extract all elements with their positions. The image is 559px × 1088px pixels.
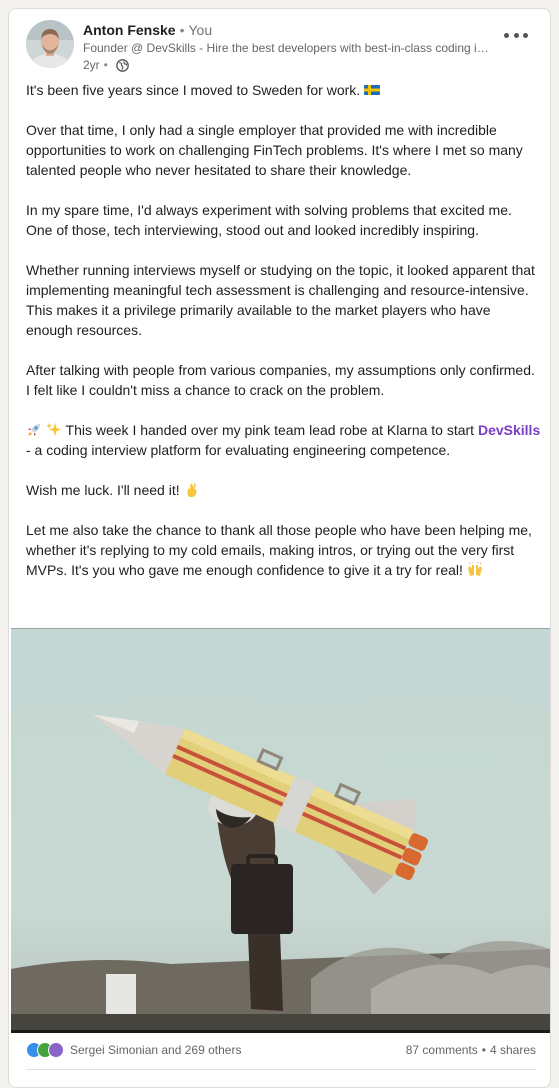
author-meta: Anton Fenske • You Founder @ DevSkills - H… <box>83 20 503 74</box>
shares-count[interactable]: 4 shares <box>490 1043 536 1057</box>
post-body: It's been five years since I moved to Sw… <box>26 80 541 580</box>
love-reaction-icon <box>48 1042 64 1058</box>
reactions-text: Sergei Simonian and 269 others <box>70 1043 242 1057</box>
sweden-flag-emoji <box>364 82 381 98</box>
count-separator: • <box>481 1043 486 1057</box>
author-relation: You <box>188 22 213 38</box>
post-paragraph: Whether running interviews myself or stu… <box>26 262 535 338</box>
author-avatar[interactable] <box>26 20 74 68</box>
social-counts: Sergei Simonian and 269 others 87 commen… <box>26 1039 536 1061</box>
post-time: 2yr <box>83 58 100 72</box>
post-text: Wish me luck. I'll need it! <box>26 482 180 498</box>
globe-icon <box>116 58 129 72</box>
post-text: - a coding interview platform for evalua… <box>26 442 451 458</box>
post-header: Anton Fenske • You Founder @ DevSkills - H… <box>26 20 536 72</box>
post-paragraph: Wish me luck. I'll need it! <box>26 480 541 500</box>
author-headline: Founder @ DevSkills - Hire the best deve… <box>83 41 493 55</box>
rocket-emoji <box>26 422 42 438</box>
post-text: This week I handed over my pink team lea… <box>65 422 475 438</box>
raised-hands-emoji <box>467 561 483 578</box>
reaction-icons <box>26 1042 70 1058</box>
devskills-link[interactable]: DevSkills <box>478 422 540 438</box>
post-paragraph: This week I handed over my pink team lea… <box>26 420 541 460</box>
social-divider <box>26 1069 536 1070</box>
engagement-counts: 87 comments • 4 shares <box>406 1043 536 1057</box>
post-paragraph: Over that time, I only had a single empl… <box>26 122 523 178</box>
post-card: Anton Fenske • You Founder @ DevSkills - H… <box>8 8 551 1088</box>
crossed-fingers-emoji <box>184 482 200 498</box>
post-paragraph: Let me also take the chance to thank all… <box>26 520 541 580</box>
post-text: It's been five years since I moved to Sw… <box>26 82 361 98</box>
post-paragraph: After talking with people from various c… <box>26 362 535 398</box>
time-separator: • <box>103 58 108 72</box>
comments-count[interactable]: 87 comments <box>406 1043 478 1057</box>
post-paragraph: It's been five years since I moved to Sw… <box>26 80 541 100</box>
more-options-icon[interactable] <box>504 28 528 42</box>
man-carrying-rocket-image[interactable] <box>11 628 550 1033</box>
post-text: Let me also take the chance to thank all… <box>26 522 532 578</box>
author-name[interactable]: Anton Fenske <box>83 22 176 38</box>
name-separator: • <box>179 22 185 38</box>
post-paragraph: In my spare time, I'd always experiment … <box>26 202 512 238</box>
sparkles-emoji <box>45 422 62 438</box>
reactions-summary[interactable]: Sergei Simonian and 269 others <box>26 1042 241 1058</box>
